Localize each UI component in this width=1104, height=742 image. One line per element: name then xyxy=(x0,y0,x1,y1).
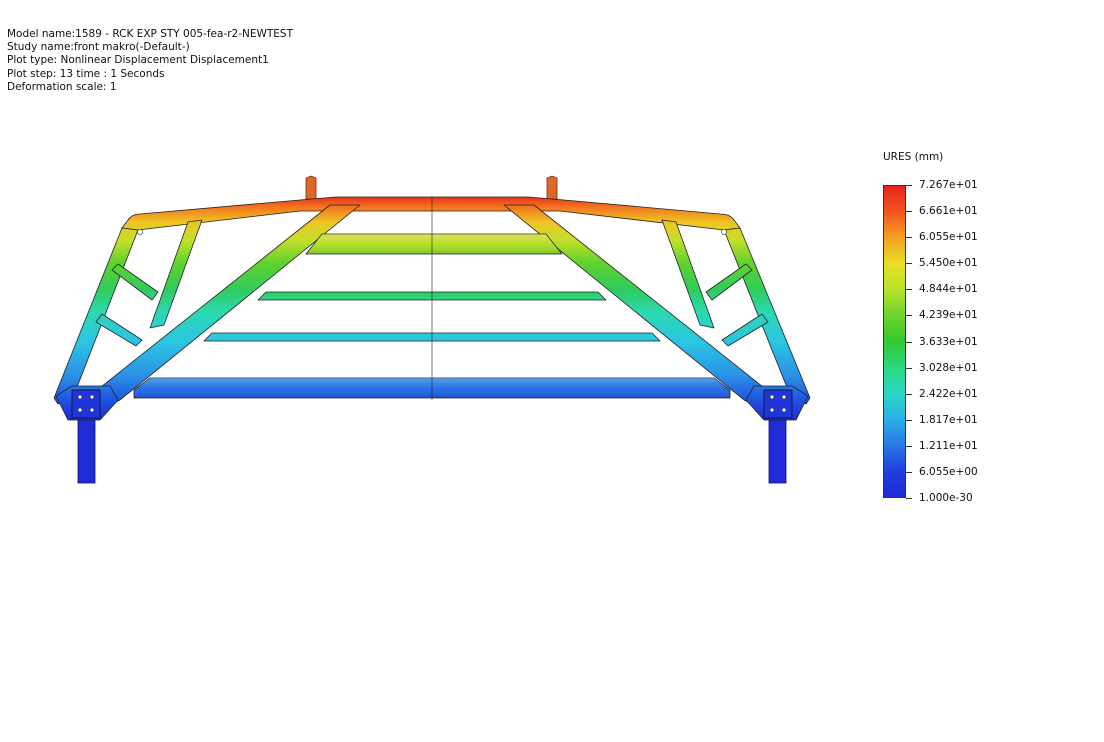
legend-label: 1.817e+01 xyxy=(919,413,978,426)
right-mount-tab xyxy=(546,175,558,200)
legend-tick xyxy=(906,289,912,291)
legend-label: 6.661e+01 xyxy=(919,205,978,218)
right-support-leg xyxy=(768,414,787,484)
legend-label: 1.000e-30 xyxy=(919,492,973,504)
legend-tick xyxy=(906,211,912,213)
legend-tick xyxy=(906,367,912,369)
legend-label: 5.450e+01 xyxy=(919,257,978,270)
legend-tick xyxy=(906,419,912,421)
left-bolt-plate xyxy=(71,389,101,419)
legend-tick xyxy=(906,185,912,186)
left-support-leg xyxy=(77,414,96,484)
legend-color-bar xyxy=(883,185,906,498)
legend-tick xyxy=(906,263,912,265)
legend-label: 6.055e+00 xyxy=(919,465,978,478)
legend-label: 7.267e+01 xyxy=(919,179,978,191)
legend-label: 1.211e+01 xyxy=(919,439,978,452)
legend-tick xyxy=(906,393,912,395)
right-bolt-plate xyxy=(763,389,793,419)
legend-label: 3.633e+01 xyxy=(919,335,978,348)
left-mount-tab xyxy=(305,175,317,200)
legend-tick xyxy=(906,341,912,343)
displacement-plot-model[interactable] xyxy=(0,0,860,742)
legend-label: 3.028e+01 xyxy=(919,361,978,374)
legend-label: 2.422e+01 xyxy=(919,387,978,400)
legend-tick xyxy=(906,315,912,317)
legend-title: URES (mm) xyxy=(883,151,944,163)
legend-label: 4.844e+01 xyxy=(919,283,978,296)
legend-tick xyxy=(906,237,912,239)
legend-tick xyxy=(906,498,912,499)
legend-label: 4.239e+01 xyxy=(919,309,978,322)
legend-tick xyxy=(906,471,912,473)
legend-label: 6.055e+01 xyxy=(919,231,978,244)
color-legend: URES (mm) 7.267e+01 6.661e+01 6.055e+01 5.4… xyxy=(870,148,1010,508)
legend-tick xyxy=(906,445,912,447)
